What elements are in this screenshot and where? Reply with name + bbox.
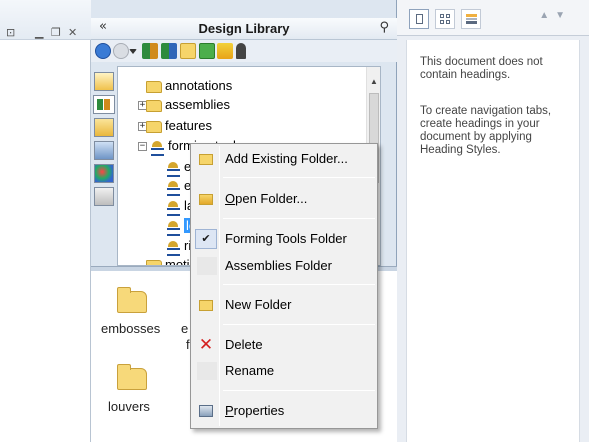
menu-forming-tools-folder[interactable]: ✔ Forming Tools Folder xyxy=(193,228,375,250)
folder-icon xyxy=(146,99,162,112)
headings-tab-icon[interactable] xyxy=(409,9,429,29)
view-palette-tab-icon[interactable] xyxy=(94,141,114,160)
left-window-strip: ⊡ ▁ ❐ ✕ xyxy=(0,0,91,442)
menu-separator xyxy=(223,390,375,391)
properties-pin-icon[interactable] xyxy=(236,43,246,59)
menu-properties-label: roperties xyxy=(233,403,285,418)
add-file-location-icon[interactable] xyxy=(161,43,177,59)
open-folder-icon xyxy=(195,189,217,209)
pages-tab-icon[interactable] xyxy=(435,9,455,29)
create-headings-hint: To create navigation tabs, create headin… xyxy=(420,105,552,156)
menu-properties[interactable]: Properties xyxy=(193,400,375,422)
folder-extruded-label[interactable]: e xyxy=(181,321,188,336)
forming-tool-icon xyxy=(166,160,181,178)
menu-rename[interactable]: Rename xyxy=(193,360,375,382)
restore-pane-icon[interactable]: ⊡ xyxy=(6,26,15,39)
new-folder-icon xyxy=(195,295,217,315)
tree-item-features[interactable]: features xyxy=(146,117,212,135)
tree-item-annotations[interactable]: annotations xyxy=(146,77,232,95)
folder-icon xyxy=(146,80,162,93)
home-tab-icon[interactable] xyxy=(94,72,114,91)
menu-assemblies-folder[interactable]: Assemblies Folder xyxy=(193,255,375,277)
forming-tool-icon xyxy=(166,239,181,257)
properties-icon xyxy=(195,401,217,421)
menu-empty-icon-cell xyxy=(197,257,217,275)
navigation-body: This document does not contain headings.… xyxy=(406,40,580,442)
menu-open-folder-mnemonic: O xyxy=(225,191,236,206)
folder-louvers-label[interactable]: louvers xyxy=(108,399,150,414)
menu-delete[interactable]: ✕ Delete xyxy=(193,334,375,356)
forming-tool-icon xyxy=(150,139,165,157)
menu-properties-mnemonic: P xyxy=(225,403,234,418)
menu-open-folder[interactable]: Open Folder... xyxy=(193,188,375,210)
create-new-folder-icon[interactable] xyxy=(180,43,196,59)
design-library-toolbar xyxy=(91,40,397,62)
delete-x-icon: ✕ xyxy=(198,335,214,355)
back-icon[interactable] xyxy=(95,43,111,59)
no-headings-message: This document does not contain headings. xyxy=(420,56,543,81)
nav-arrows-icon[interactable]: ▲▼ xyxy=(539,10,571,21)
tile-icon[interactable]: ❐ xyxy=(51,26,61,39)
menu-empty-icon-cell xyxy=(197,362,217,380)
navigation-pane: ▲▼ This document does not contain headin… xyxy=(397,0,589,442)
forming-tool-icon xyxy=(166,219,181,237)
context-menu: Add Existing Folder... Open Folder... ✔ … xyxy=(190,143,378,429)
folder-icon xyxy=(146,120,162,133)
forward-icon[interactable] xyxy=(113,43,129,59)
folder-embosses-label[interactable]: embosses xyxy=(101,321,160,336)
tree-item-assemblies[interactable]: assemblies xyxy=(146,96,230,114)
collapse-icon[interactable]: − xyxy=(138,142,147,151)
close-icon[interactable]: ✕ xyxy=(68,26,77,39)
history-dropdown-icon[interactable] xyxy=(129,49,137,54)
menu-separator xyxy=(223,218,375,219)
up-folder-icon[interactable] xyxy=(217,43,233,59)
results-tab-icon[interactable] xyxy=(461,9,481,29)
folder-louvers-icon[interactable] xyxy=(117,364,147,390)
file-explorer-tab-icon[interactable] xyxy=(94,118,114,137)
folder-embosses-icon[interactable] xyxy=(117,287,147,313)
design-library-tab-icon[interactable] xyxy=(93,95,115,114)
pin-icon[interactable]: ⚲ xyxy=(379,20,389,35)
menu-new-folder[interactable]: New Folder xyxy=(193,294,375,316)
add-to-library-icon[interactable] xyxy=(142,43,158,59)
forming-tool-icon xyxy=(166,179,181,197)
check-icon: ✔ xyxy=(195,229,217,249)
navigation-tabs: ▲▼ xyxy=(397,0,589,36)
panel-title: Design Library xyxy=(198,21,290,36)
scroll-up-icon[interactable]: ▲ xyxy=(369,77,379,86)
menu-separator xyxy=(223,284,375,285)
menu-separator xyxy=(223,324,375,325)
refresh-icon[interactable] xyxy=(199,43,215,59)
menu-add-existing-folder[interactable]: Add Existing Folder... xyxy=(193,148,375,170)
add-folder-icon xyxy=(195,149,217,169)
appearances-tab-icon[interactable] xyxy=(94,164,114,183)
menu-open-folder-label: pen Folder... xyxy=(235,191,308,206)
minimize-icon[interactable]: ▁ xyxy=(35,26,43,39)
design-library-header: « Design Library ⚲ xyxy=(91,18,397,40)
menu-separator xyxy=(223,177,375,178)
forming-tool-icon xyxy=(166,199,181,217)
custom-properties-tab-icon[interactable] xyxy=(94,187,114,206)
